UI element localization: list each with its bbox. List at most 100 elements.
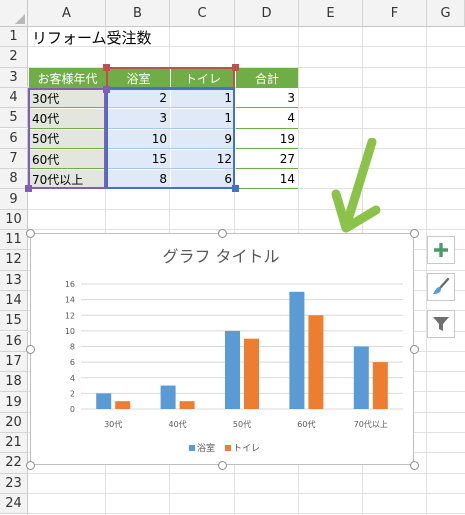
y-tick-label: 6 <box>70 358 75 367</box>
cell-total[interactable]: 19 <box>236 130 298 149</box>
bar-bath <box>225 330 240 409</box>
legend-swatch <box>189 445 195 451</box>
column-header-d[interactable]: D <box>235 0 299 27</box>
row-header-14[interactable]: 14 <box>0 290 28 312</box>
column-header-e[interactable]: E <box>299 0 363 27</box>
row-header-18[interactable]: 18 <box>0 372 28 393</box>
row-header-3[interactable]: 3 <box>0 67 28 88</box>
row-header-13[interactable]: 13 <box>0 270 28 291</box>
select-all-corner[interactable] <box>0 0 28 27</box>
y-tick-label: 0 <box>70 405 75 414</box>
chart-resize-handle[interactable] <box>26 461 35 470</box>
row-header-21[interactable]: 21 <box>0 433 28 454</box>
chart-resize-handle[interactable] <box>410 461 419 470</box>
row-header-9[interactable]: 9 <box>0 189 28 210</box>
cell-total[interactable]: 3 <box>236 89 298 109</box>
column-header-g[interactable]: G <box>427 0 465 27</box>
row-header-24[interactable]: 24 <box>0 493 28 515</box>
row-header-23[interactable]: 23 <box>0 473 28 494</box>
x-tick-label: 30代 <box>104 419 122 429</box>
y-tick-label: 14 <box>65 296 75 305</box>
y-tick-label: 8 <box>70 343 75 352</box>
chart-elements-button[interactable] <box>427 236 455 264</box>
bar-toilet <box>372 362 388 409</box>
row-header-22[interactable]: 22 <box>0 453 28 474</box>
row-header-4[interactable]: 4 <box>0 87 28 109</box>
bar-bath <box>96 393 112 409</box>
cell-total[interactable]: 4 <box>236 109 298 129</box>
column-header-c[interactable]: C <box>170 0 235 27</box>
y-tick-label: 16 <box>65 280 75 289</box>
filter-icon <box>433 317 449 331</box>
grid-row-line <box>28 208 465 210</box>
range-handle[interactable] <box>232 185 239 192</box>
arrow-shaft <box>343 138 377 225</box>
category-range-outline <box>28 88 106 189</box>
bar-bath <box>353 346 369 409</box>
row-header-1[interactable]: 1 <box>0 27 28 48</box>
bar-toilet <box>179 401 195 409</box>
column-chart: グラフ タイトル 0 2 4 6 8 10 12 14 16 30代 40代 50代 60代 70代以上浴室… <box>65 247 403 454</box>
cell-total[interactable]: 27 <box>236 150 298 170</box>
row-header-15[interactable]: 15 <box>0 311 28 332</box>
cell-total[interactable]: 14 <box>236 170 298 190</box>
chart-resize-handle[interactable] <box>410 229 419 238</box>
chart-title: グラフ タイトル <box>162 247 279 266</box>
row-header-8[interactable]: 8 <box>0 169 28 190</box>
range-handle[interactable] <box>103 86 110 93</box>
chart-filters-button[interactable] <box>427 310 455 338</box>
chart-resize-handle[interactable] <box>218 229 227 238</box>
chart-area[interactable]: グラフ タイトル 0 2 4 6 8 10 12 14 16 30代 40代 50代 60代 70代以上 浴室… <box>30 233 414 465</box>
y-tick-label: 10 <box>65 327 75 336</box>
row-header-6[interactable]: 6 <box>0 128 28 149</box>
chart-resize-handle[interactable] <box>410 345 419 354</box>
grid-row-line <box>28 229 465 230</box>
legend-swatch <box>225 445 231 451</box>
legend-label: トイレ <box>233 444 260 454</box>
bar-toilet <box>115 401 131 409</box>
sheet-title: リフォーム受注数 <box>32 28 152 47</box>
plus-icon <box>434 243 448 257</box>
series-name-range-outline <box>106 67 235 89</box>
chart-resize-handle[interactable] <box>26 229 35 238</box>
grid-row-line <box>28 472 465 474</box>
row-header-11[interactable]: 11 <box>0 230 28 251</box>
arrow-annotation-icon <box>331 138 381 233</box>
row-header-5[interactable]: 5 <box>0 108 28 129</box>
grid-row-line <box>28 492 465 494</box>
column-header-b[interactable]: B <box>106 0 170 27</box>
range-handle[interactable] <box>103 64 110 71</box>
row-header-17[interactable]: 17 <box>0 351 28 373</box>
x-tick-label: 70代以上 <box>354 419 388 429</box>
row-header-19[interactable]: 19 <box>0 392 28 413</box>
grid-col-line <box>426 27 427 515</box>
x-tick-label: 50代 <box>233 419 251 429</box>
row-header-10[interactable]: 10 <box>0 209 28 230</box>
grid-row-line <box>28 513 465 515</box>
row-header-2[interactable]: 2 <box>0 47 28 68</box>
y-tick-label: 12 <box>65 311 75 320</box>
brush-icon <box>433 277 450 294</box>
header-total[interactable]: 合計 <box>236 68 298 88</box>
bar-toilet <box>308 315 324 409</box>
bar-toilet <box>244 338 259 409</box>
column-header-a[interactable]: A <box>28 0 106 27</box>
values-range-outline <box>106 88 235 189</box>
column-header-f[interactable]: F <box>363 0 427 27</box>
bar-bath <box>289 291 305 409</box>
y-tick-label: 2 <box>70 389 75 398</box>
bar-bath <box>160 385 176 409</box>
x-tick-label: 60代 <box>297 419 315 429</box>
range-handle[interactable] <box>25 185 32 192</box>
row-header-12[interactable]: 12 <box>0 250 28 271</box>
range-handle[interactable] <box>232 64 239 71</box>
chart-resize-handle[interactable] <box>26 345 35 354</box>
chart-styles-button[interactable] <box>427 273 455 301</box>
x-tick-label: 40代 <box>169 419 187 429</box>
row-header-16[interactable]: 16 <box>0 331 28 352</box>
header-age[interactable]: お客様年代 <box>29 68 106 88</box>
y-tick-label: 4 <box>70 374 75 383</box>
row-header-7[interactable]: 7 <box>0 148 28 170</box>
row-header-20[interactable]: 20 <box>0 412 28 433</box>
chart-resize-handle[interactable] <box>218 461 227 470</box>
